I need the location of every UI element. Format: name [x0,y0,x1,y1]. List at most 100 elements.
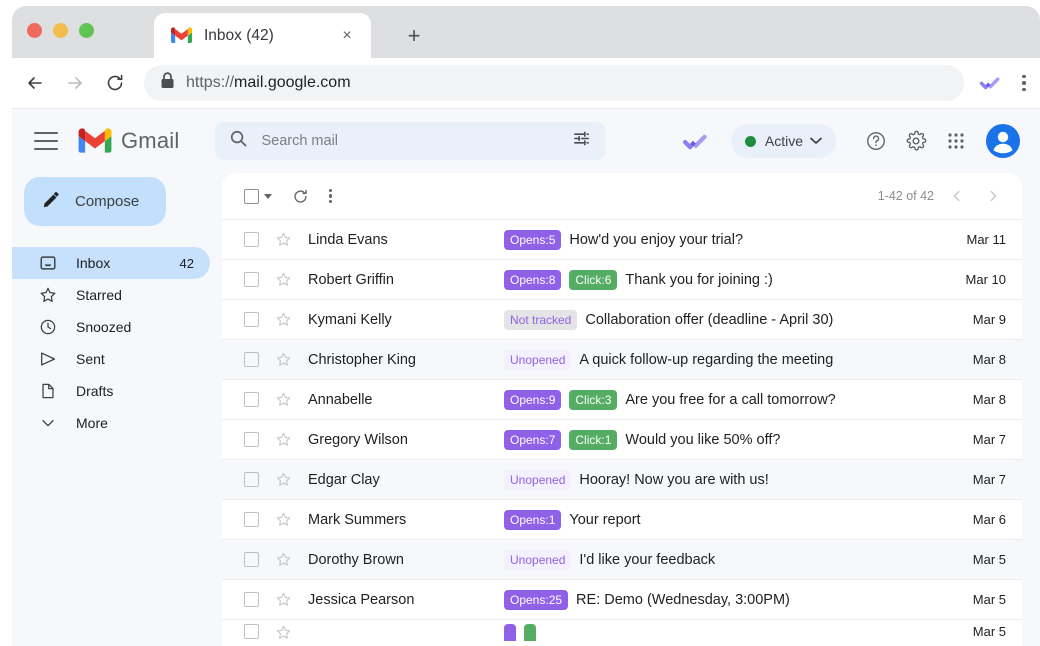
pagination-range: 1-42 of 42 [878,189,934,203]
row-sender: Mark Summers [308,512,504,528]
row-checkbox[interactable] [244,592,259,607]
table-row[interactable]: Edgar ClayUnopenedHooray! Now you are wi… [222,459,1022,499]
tracking-badge-click [524,624,536,641]
gmail-logo[interactable]: Gmail [78,128,179,154]
more-options-icon[interactable] [329,189,332,204]
row-content: Opens:5How'd you enjoy your trial? [504,230,936,250]
table-row[interactable]: Mark SummersOpens:1Your reportMar 6 [222,499,1022,539]
tracking-badge-opens: Opens:7 [504,430,561,450]
sidebar-item-inbox[interactable]: Inbox 42 [12,247,210,279]
sidebar-item-more[interactable]: More [12,407,210,439]
tab-title: Inbox (42) [204,27,337,45]
row-date: Mar 5 [948,552,1006,567]
star-icon[interactable] [275,311,292,328]
search-options-icon[interactable] [572,129,591,153]
star-icon[interactable] [275,391,292,408]
reload-button[interactable] [100,68,130,98]
row-checkbox[interactable] [244,352,259,367]
address-bar[interactable]: https://mail.google.com [144,65,964,101]
table-row[interactable]: Robert GriffinOpens:8Click:6Thank you fo… [222,259,1022,299]
pagination: 1-42 of 42 [878,183,1006,209]
browser-toolbar: https://mail.google.com [12,58,1040,109]
row-checkbox[interactable] [244,232,259,247]
main-menu-icon[interactable] [34,132,58,150]
table-row[interactable]: Jessica PearsonOpens:25RE: Demo (Wednesd… [222,579,1022,619]
row-date: Mar 8 [948,392,1006,407]
row-subject: How'd you enjoy your trial? [569,232,743,248]
row-checkbox[interactable] [244,512,259,527]
sidebar-item-label: Sent [76,351,105,367]
window-controls[interactable] [27,23,94,38]
row-subject: Hooray! Now you are with us! [579,472,768,488]
address-text: https://mail.google.com [186,74,351,92]
sidebar-item-starred[interactable]: Starred [12,279,210,311]
row-checkbox[interactable] [244,624,259,639]
row-checkbox[interactable] [244,552,259,567]
sidebar-item-drafts[interactable]: Drafts [12,375,210,407]
row-subject: A quick follow-up regarding the meeting [579,352,833,368]
row-checkbox[interactable] [244,312,259,327]
star-icon[interactable] [275,591,292,608]
mail-list-panel: 1-42 of 42 Linda EvansOpens:5How'd you e… [222,173,1022,646]
tracking-badge-unopened: Unopened [504,550,571,570]
previous-page-button[interactable] [944,183,970,209]
table-row[interactable]: Christopher KingUnopenedA quick follow-u… [222,339,1022,379]
star-icon[interactable] [275,351,292,368]
row-checkbox[interactable] [244,272,259,287]
tracking-badge-opens: Opens:25 [504,590,568,610]
sidebar-item-label: More [76,415,108,431]
chevron-down-icon[interactable] [264,194,272,199]
row-content: Opens:1Your report [504,510,936,530]
refresh-icon[interactable] [292,188,309,205]
table-row[interactable]: Gregory WilsonOpens:7Click:1Would you li… [222,419,1022,459]
table-row[interactable]: Mar 5 [222,619,1022,641]
row-subject: RE: Demo (Wednesday, 3:00PM) [576,592,790,608]
star-icon[interactable] [275,511,292,528]
browser-tab[interactable]: Inbox (42) × [154,13,371,58]
status-badge[interactable]: Active [731,124,836,158]
sidebar-item-snoozed[interactable]: Snoozed [12,311,210,343]
table-row[interactable]: Kymani KellyNot trackedCollaboration off… [222,299,1022,339]
row-checkbox[interactable] [244,432,259,447]
maximize-window-button[interactable] [79,23,94,38]
minimize-window-button[interactable] [53,23,68,38]
select-all-checkbox[interactable] [244,189,272,204]
apps-grid-icon[interactable] [938,123,974,159]
search-bar[interactable] [215,122,605,160]
new-tab-button[interactable]: + [402,24,426,48]
star-icon[interactable] [275,231,292,248]
back-button[interactable] [20,68,50,98]
compose-button[interactable]: Compose [24,177,166,226]
row-checkbox[interactable] [244,392,259,407]
tracking-badge-opens: Opens:9 [504,390,561,410]
table-row[interactable]: AnnabelleOpens:9Click:3Are you free for … [222,379,1022,419]
sidebar-item-label: Starred [76,287,122,303]
help-icon[interactable] [858,123,894,159]
mailtrack-check-icon[interactable] [978,71,1002,95]
chevron-down-icon [810,132,822,150]
star-icon[interactable] [275,471,292,488]
row-checkbox[interactable] [244,472,259,487]
avatar[interactable] [986,124,1020,158]
gmail-icon [78,128,112,154]
search-input[interactable] [261,133,572,149]
star-icon[interactable] [275,431,292,448]
sidebar-item-sent[interactable]: Sent [12,343,210,375]
star-icon[interactable] [275,624,292,641]
close-window-button[interactable] [27,23,42,38]
close-icon[interactable]: × [337,26,357,46]
table-row[interactable]: Linda EvansOpens:5How'd you enjoy your t… [222,219,1022,259]
next-page-button[interactable] [980,183,1006,209]
browser-menu-icon[interactable] [1014,75,1034,92]
gmail-icon [171,27,192,44]
mailtrack-check-icon[interactable] [681,127,709,155]
pencil-icon [42,190,61,214]
forward-button[interactable] [60,68,90,98]
sidebar-item-label: Inbox [76,255,110,271]
row-content: Opens:9Click:3Are you free for a call to… [504,390,936,410]
star-icon[interactable] [275,271,292,288]
lock-icon [160,72,175,94]
gear-icon[interactable] [898,123,934,159]
star-icon[interactable] [275,551,292,568]
table-row[interactable]: Dorothy BrownUnopenedI'd like your feedb… [222,539,1022,579]
